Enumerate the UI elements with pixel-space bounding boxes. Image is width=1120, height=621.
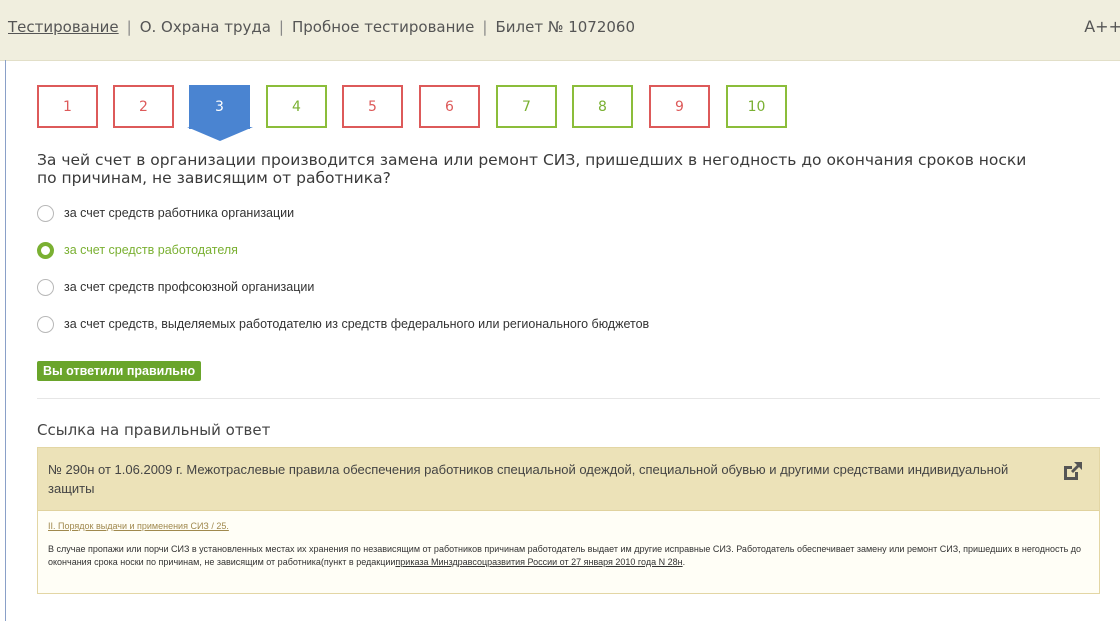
answer-option-label: за счет средств работодателя (64, 243, 238, 257)
top-bar: Тестирование | О. Охрана труда | Пробное тес… (0, 0, 1120, 61)
question-button-7[interactable]: 7 (496, 85, 557, 128)
divider (37, 398, 1100, 399)
breadcrumb: Тестирование | О. Охрана труда | Пробное тес… (8, 18, 635, 36)
answer-option-label: за счет средств профсоюзной организации (64, 280, 315, 294)
reference-text-end: . (682, 557, 686, 567)
question-button-5[interactable]: 5 (342, 85, 403, 128)
reference-body: II. Порядок выдачи и применения СИЗ / 25… (48, 520, 1088, 569)
reference-title: Ссылка на правильный ответ (37, 421, 271, 439)
radio-button-icon[interactable] (37, 279, 54, 296)
breadcrumb-item-ticket: Билет № 1072060 (495, 18, 636, 36)
question-button-8[interactable]: 8 (572, 85, 633, 128)
reference-header: № 290н от 1.06.2009 г. Межотраслевые пра… (38, 448, 1099, 511)
left-border-line (5, 60, 6, 621)
reference-document-title: № 290н от 1.06.2009 г. Межотраслевые пра… (48, 462, 1009, 496)
question-button-9[interactable]: 9 (649, 85, 710, 128)
answer-option-label: за счет средств, выделяемых работодателю… (64, 317, 650, 331)
question-button-3[interactable]: 3 (186, 85, 253, 141)
radio-button-icon[interactable] (37, 316, 54, 333)
breadcrumb-separator: | (278, 18, 284, 36)
question-button-10[interactable]: 10 (726, 85, 787, 128)
reference-box: № 290н от 1.06.2009 г. Межотраслевые пра… (37, 447, 1100, 594)
breadcrumb-item-mode: Пробное тестирование (291, 18, 475, 36)
question-text: За чей счет в организации производится з… (37, 151, 1027, 187)
answer-option-label: за счет средств работника организации (64, 206, 295, 220)
result-badge: Вы ответили правильно (37, 361, 202, 381)
question-button-6[interactable]: 6 (419, 85, 480, 128)
radio-button-icon[interactable] (37, 205, 54, 222)
font-size-toggle[interactable]: A++ (1084, 17, 1120, 36)
breadcrumb-separator: | (126, 18, 132, 36)
breadcrumb-separator: | (482, 18, 488, 36)
breadcrumb-link-testing[interactable]: Тестирование (8, 18, 119, 36)
question-button-1[interactable]: 1 (37, 85, 98, 128)
reference-order-link[interactable]: приказа Минздравсоцразвития России от 27… (395, 557, 682, 567)
question-button-2[interactable]: 2 (113, 85, 174, 128)
reference-section-link[interactable]: II. Порядок выдачи и применения СИЗ / 25… (48, 520, 1088, 533)
question-button-4[interactable]: 4 (266, 85, 327, 128)
breadcrumb-item-course: О. Охрана труда (139, 18, 271, 36)
external-link-icon[interactable] (1061, 459, 1085, 483)
radio-button-icon[interactable] (37, 242, 54, 259)
